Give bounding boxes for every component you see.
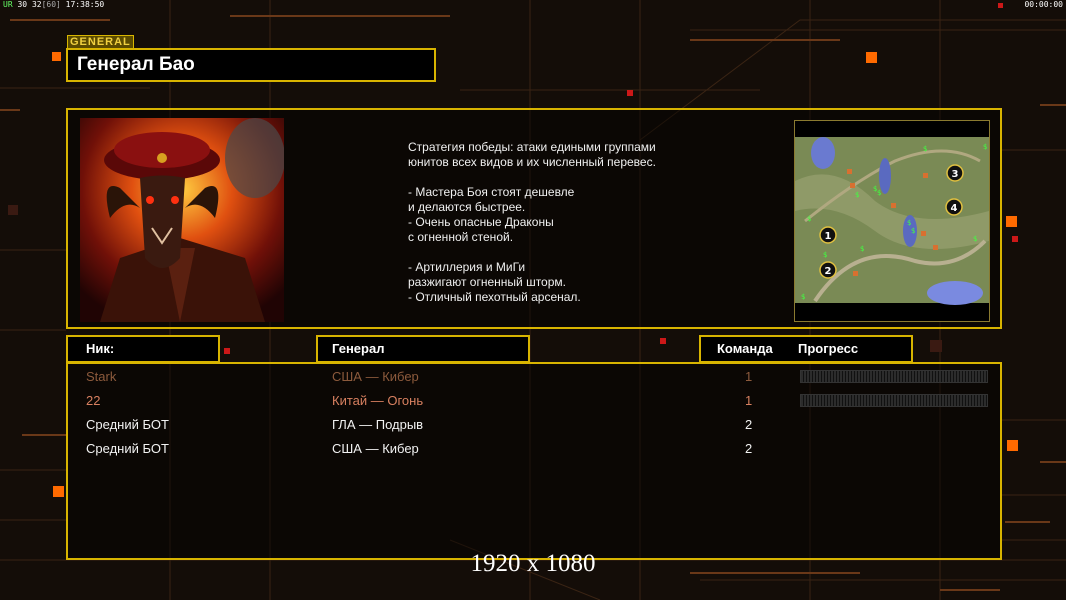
header-general-label: Генерал: [332, 341, 385, 356]
player-general: США — Кибер: [332, 369, 419, 384]
header-nick: Ник:: [66, 335, 220, 363]
player-row: Средний БОТ ГЛА — Подрыв 2: [68, 414, 1000, 436]
map-start-3: 3: [952, 169, 959, 180]
map-start-2: 2: [825, 266, 832, 277]
general-info-panel: Стратегия победы: атаки едиными группами…: [66, 108, 1002, 329]
player-general: Китай — Огонь: [332, 393, 424, 408]
svg-text:$: $: [877, 189, 881, 197]
player-nick: Средний БОТ: [86, 417, 169, 432]
svg-text:$: $: [923, 145, 927, 153]
hud-fps: 30: [17, 0, 28, 9]
svg-text:$: $: [860, 245, 864, 253]
general-tag: GENERAL: [67, 35, 134, 49]
player-team: 2: [745, 441, 753, 456]
player-row: Stark США — Кибер 1: [68, 366, 1000, 388]
header-team-progress: Команда Прогресс: [699, 335, 913, 363]
resolution-label: 1920 x 1080: [470, 550, 596, 577]
player-team: 2: [745, 417, 753, 432]
strategy-text: Стратегия победы: атаки едиными группами…: [408, 140, 656, 304]
player-team: 1: [745, 369, 753, 384]
svg-text:$: $: [983, 143, 987, 151]
general-portrait: [80, 118, 284, 322]
player-row: Средний БОТ США — Кибер 2: [68, 438, 1000, 460]
svg-text:$: $: [973, 235, 977, 243]
player-list-panel: Stark США — Кибер 1 22 Китай — Огонь 1 Средний…: [66, 362, 1002, 560]
svg-text:$: $: [801, 293, 805, 301]
player-progress-bar: [800, 394, 988, 407]
player-nick: Stark: [86, 369, 117, 384]
header-general: Генерал: [316, 335, 530, 363]
general-title-box: Генерал Бао: [66, 48, 436, 82]
hud-fps-limit: [60]: [41, 0, 61, 9]
player-team: 1: [745, 393, 753, 408]
player-nick: Средний БОТ: [86, 441, 169, 456]
hud-fps-2: 32: [31, 0, 42, 9]
header-progress-label: Прогресс: [798, 341, 859, 356]
map-start-4: 4: [951, 203, 958, 214]
fps-overlay: UR 30 32[60] 17:38:50: [3, 0, 104, 9]
svg-text:$: $: [807, 215, 811, 223]
header-team-label: Команда: [717, 341, 773, 356]
player-nick: 22: [86, 393, 101, 408]
hud-ur: UR: [3, 0, 13, 9]
svg-text:$: $: [823, 251, 827, 259]
timer-overlay: 00:00:00: [1024, 0, 1063, 9]
svg-text:$: $: [855, 191, 859, 199]
player-progress-bar: [800, 370, 988, 383]
svg-text:$: $: [911, 227, 915, 235]
general-name: Генерал Бао: [77, 54, 195, 75]
player-row: 22 Китай — Огонь 1: [68, 390, 1000, 412]
svg-text:$: $: [907, 219, 911, 227]
header-nick-label: Ник:: [86, 341, 115, 356]
hud-clock: 17:38:50: [65, 0, 105, 9]
map-start-1: 1: [825, 231, 832, 242]
player-general: ГЛА — Подрыв: [332, 417, 424, 432]
map-preview: $$ $$ $$ $$ $$ $$ $ 1 2 3 4: [794, 120, 990, 322]
player-general: США — Кибер: [332, 441, 419, 456]
